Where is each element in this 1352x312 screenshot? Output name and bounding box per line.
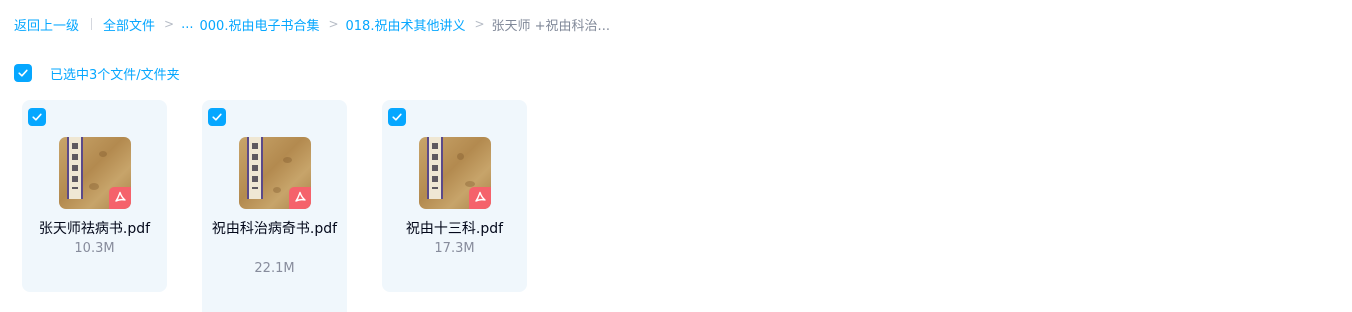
check-icon [392,113,402,121]
file-checkbox[interactable] [388,108,406,126]
file-card[interactable]: 祝由科治病奇书.pdf 22.1M [202,100,347,312]
select-all-checkbox[interactable] [14,64,32,82]
breadcrumb-divider [91,18,93,30]
book-cover-label [67,137,83,199]
check-icon [18,69,28,77]
check-icon [32,113,42,121]
cover-stain [89,183,99,190]
file-size: 10.3M [74,241,115,256]
breadcrumb: 返回上一级 全部文件 > ... 000.祝由电子书合集 > 018.祝由术其他… [14,14,610,34]
breadcrumb-current-folder: 张天师 +祝由科治... [491,18,610,34]
breadcrumb-all-files[interactable]: 全部文件 [103,15,155,34]
book-cover-label [247,137,263,199]
breadcrumb-ellipsis[interactable]: ... [181,17,193,32]
file-grid: 张天师祛病书.pdf 10.3M 祝由科治病奇书.pdf 22.1M 祝由十三科… [22,100,562,312]
book-cover-label [427,137,443,199]
breadcrumb-separator: > [474,17,485,31]
file-thumbnail [59,137,131,209]
breadcrumb-folder-handouts[interactable]: 018.祝由术其他讲义 [346,15,466,34]
breadcrumb-separator: > [328,17,339,31]
file-card[interactable]: 张天师祛病书.pdf 10.3M [22,100,167,292]
file-checkbox[interactable] [28,108,46,126]
file-card[interactable]: 祝由十三科.pdf 17.3M [382,100,527,292]
cover-stain [283,157,292,163]
breadcrumb-folder-ebooks[interactable]: 000.祝由电子书合集 [200,15,320,34]
back-link[interactable]: 返回上一级 [14,15,79,34]
file-checkbox[interactable] [208,108,226,126]
file-size: 17.3M [434,241,475,256]
check-icon [212,113,222,121]
breadcrumb-separator: > [164,17,175,31]
cover-stain [99,151,107,157]
file-size: 22.1M [254,261,295,276]
pdf-icon [469,187,491,209]
pdf-icon [109,187,131,209]
file-name: 祝由十三科.pdf [405,221,504,237]
file-thumbnail [239,137,311,209]
file-thumbnail [419,137,491,209]
selection-count-label: 已选中3个文件/文件夹 [50,67,180,83]
file-name: 祝由科治病奇书.pdf [211,221,338,237]
pdf-icon [289,187,311,209]
cover-stain [457,153,464,160]
selection-bar: 已选中3个文件/文件夹 [14,64,180,83]
file-name: 张天师祛病书.pdf [38,221,151,237]
cover-stain [273,187,281,193]
